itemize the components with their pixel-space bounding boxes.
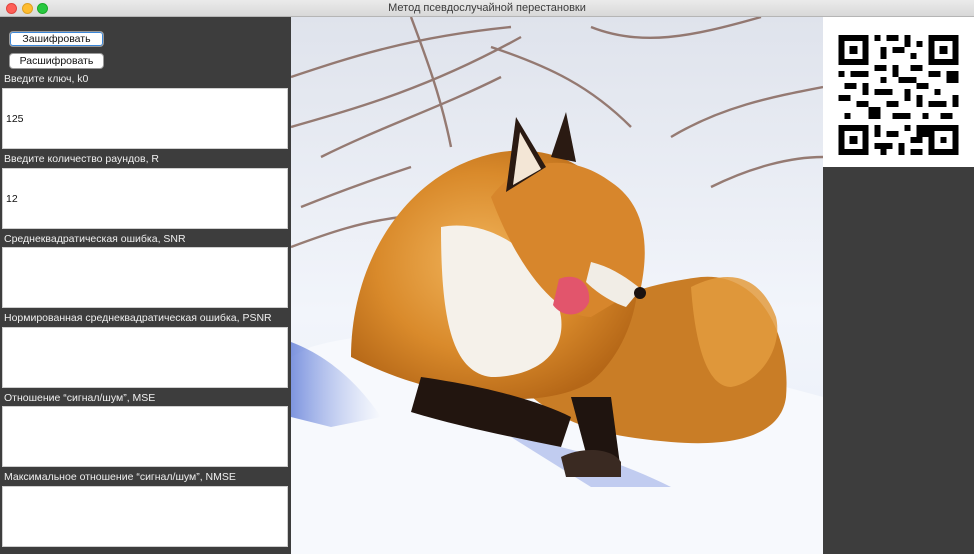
mse-label: Отношение “сигнал/шум”, MSE: [4, 392, 156, 404]
decrypt-button[interactable]: Расшифровать: [9, 53, 104, 69]
snr-label: Среднеквадратическая ошибка, SNR: [4, 233, 186, 245]
qr-code: [823, 17, 974, 167]
control-panel: Зашифровать Расшифровать Введите ключ, k…: [0, 17, 290, 554]
psnr-label: Нормированная среднеквадратическая ошибк…: [4, 312, 272, 324]
encrypt-button[interactable]: Зашифровать: [9, 31, 104, 47]
right-panel: [823, 167, 974, 554]
rounds-field[interactable]: 12: [2, 168, 288, 229]
title-bar: Метод псевдослучайной перестановки: [0, 0, 974, 17]
window-title: Метод псевдослучайной перестановки: [388, 2, 586, 14]
nmse-field[interactable]: [2, 486, 288, 547]
key-label: Введите ключ, k0: [4, 73, 89, 85]
rounds-label: Введите количество раундов, R: [4, 153, 159, 165]
key-field[interactable]: 125: [2, 88, 288, 149]
snr-field[interactable]: [2, 247, 288, 308]
mse-field[interactable]: [2, 406, 288, 467]
fox-photo: [291, 17, 823, 554]
psnr-field[interactable]: [2, 327, 288, 388]
nmse-label: Максимальное отношение “сигнал/шум”, NMS…: [4, 471, 236, 483]
